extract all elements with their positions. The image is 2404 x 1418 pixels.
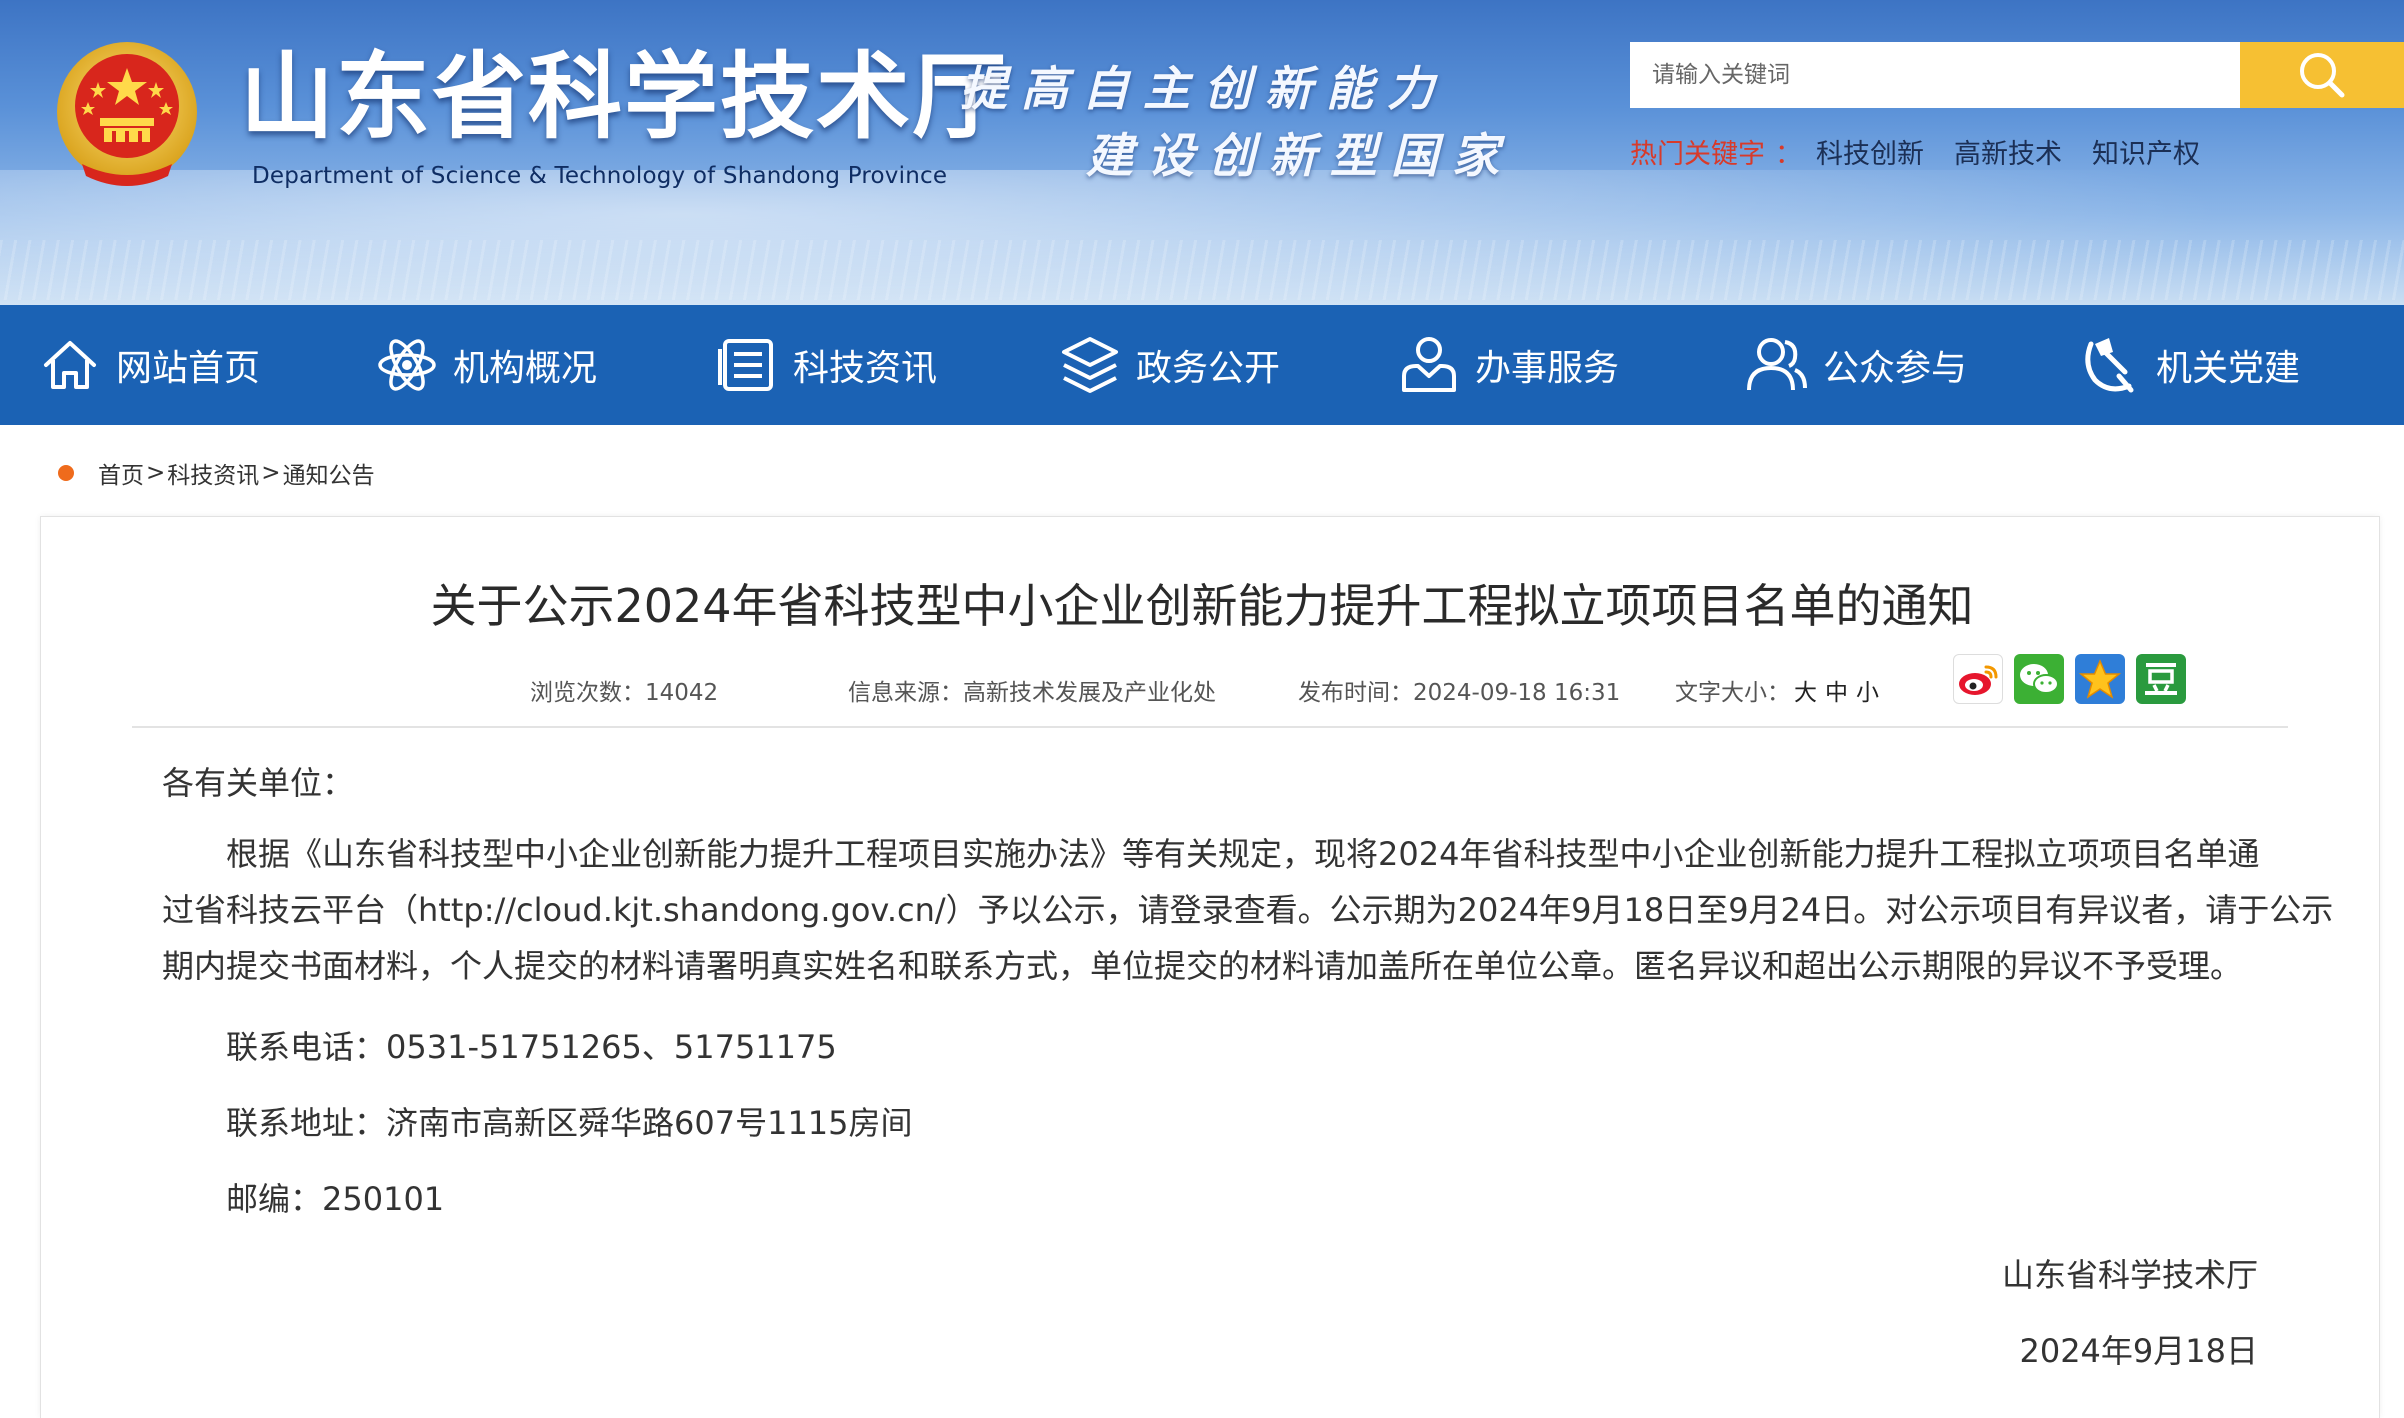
meta-time: 发布时间：2024-09-18 16:31 bbox=[1298, 673, 1620, 707]
breadcrumb: 首页 > 科技资讯 > 通知公告 bbox=[58, 456, 375, 490]
font-size-large[interactable]: 大 bbox=[1794, 680, 1817, 706]
home-icon bbox=[38, 333, 102, 397]
article-paragraph: 根据《山东省科技型中小企业创新能力提升工程项目实施办法》等有关规定，现将2024… bbox=[162, 826, 2334, 994]
time-value: 2024-09-18 16:31 bbox=[1413, 680, 1621, 706]
contact-phone: 联系电话：0531-51751265、51751175 bbox=[226, 1028, 837, 1066]
hot-keywords-label: 热门关键字 bbox=[1630, 139, 1765, 170]
title-divider bbox=[132, 726, 2288, 728]
weibo-icon bbox=[1959, 665, 1998, 695]
breadcrumb-separator: > bbox=[261, 460, 281, 486]
party-emblem-icon bbox=[2078, 333, 2142, 397]
breadcrumb-link-notices[interactable]: 通知公告 bbox=[283, 456, 375, 490]
paragraph-line: 根据《山东省科技型中小企业创新能力提升工程项目实施办法》等有关规定，现将2024… bbox=[162, 835, 2260, 873]
site-header: 山东省科学技术厅 Department of Science & Technol… bbox=[0, 0, 2404, 305]
nav-item-label: 机构概况 bbox=[453, 348, 598, 389]
nav-item-label: 公众参与 bbox=[1823, 348, 1968, 389]
share-weibo-button[interactable] bbox=[1953, 654, 2003, 704]
meta-font-size: 文字大小：大中小 bbox=[1675, 673, 1883, 707]
nav-item-gov-affairs[interactable]: 政务公开 bbox=[1058, 305, 1280, 425]
layers-icon bbox=[1058, 333, 1122, 397]
hot-keywords-separator: ： bbox=[1775, 139, 1802, 170]
search-input[interactable] bbox=[1630, 42, 2240, 108]
nav-item-home[interactable]: 网站首页 bbox=[38, 305, 260, 425]
wechat-icon bbox=[2020, 664, 2059, 694]
site-title: 山东省科学技术厅 bbox=[240, 42, 1009, 152]
hot-keywords: 热门关键字 ： 科技创新 高新技术 知识产权 bbox=[1630, 132, 2230, 171]
font-size-label: 文字大小： bbox=[1675, 680, 1790, 706]
contact-address: 联系地址：济南市高新区舜华路607号1115房间 bbox=[226, 1104, 913, 1142]
qzone-star-icon bbox=[2078, 659, 2122, 699]
breadcrumb-dot-icon bbox=[58, 465, 74, 481]
font-size-small[interactable]: 小 bbox=[1856, 680, 1879, 706]
contact-postcode: 邮编：250101 bbox=[226, 1180, 445, 1218]
people-icon bbox=[1745, 333, 1809, 397]
person-service-icon bbox=[1397, 333, 1461, 397]
banner-streak bbox=[0, 240, 2404, 300]
meta-views: 浏览次数：14042 bbox=[530, 673, 718, 707]
nav-item-label: 机关党建 bbox=[2156, 348, 2301, 389]
breadcrumb-link-home[interactable]: 首页 bbox=[98, 456, 144, 490]
news-list-icon bbox=[715, 333, 779, 397]
slogan-line-2: 建设创新型国家 bbox=[1086, 129, 1513, 184]
breadcrumb-link-news[interactable]: 科技资讯 bbox=[167, 456, 259, 490]
search-icon bbox=[2300, 53, 2345, 98]
search-button[interactable] bbox=[2240, 42, 2404, 108]
signature-date: 2024年9月18日 bbox=[2019, 1332, 2258, 1370]
nav-item-services[interactable]: 办事服务 bbox=[1397, 305, 1619, 425]
slogan-line-1: 提高自主创新能力 bbox=[960, 62, 1448, 117]
national-emblem-icon bbox=[57, 42, 197, 186]
nav-item-public[interactable]: 公众参与 bbox=[1745, 305, 1967, 425]
source-label: 信息来源： bbox=[848, 680, 963, 706]
main-nav: 网站首页 机构概况 科技资讯 政务公开 办事服务 公众参与 机关党建 bbox=[0, 305, 2404, 425]
nav-item-about[interactable]: 机构概况 bbox=[375, 305, 597, 425]
views-count: 14042 bbox=[645, 680, 719, 706]
nav-item-label: 网站首页 bbox=[116, 348, 261, 389]
paragraph-line: 过省科技云平台（http://cloud.kjt.shandong.gov.cn… bbox=[162, 891, 2334, 929]
site-subtitle: Department of Science & Technology of Sh… bbox=[252, 163, 948, 189]
font-size-medium[interactable]: 中 bbox=[1825, 680, 1848, 706]
share-wechat-button[interactable] bbox=[2014, 654, 2064, 704]
meta-source: 信息来源：高新技术发展及产业化处 bbox=[848, 673, 1216, 707]
signature: 山东省科学技术厅 bbox=[2001, 1256, 2258, 1294]
share-qzone-button[interactable] bbox=[2075, 654, 2125, 704]
nav-item-party[interactable]: 机关党建 bbox=[2078, 305, 2300, 425]
douban-icon bbox=[2145, 663, 2177, 695]
article-title: 关于公示2024年省科技型中小企业创新能力提升工程拟立项项目名单的通知 bbox=[430, 579, 1974, 633]
hot-keyword-link[interactable]: 知识产权 bbox=[2092, 132, 2200, 171]
breadcrumb-separator: > bbox=[146, 460, 166, 486]
hot-keyword-link[interactable]: 高新技术 bbox=[1954, 132, 2062, 171]
atom-icon bbox=[375, 333, 439, 397]
nav-item-label: 科技资讯 bbox=[793, 348, 938, 389]
nav-item-label: 办事服务 bbox=[1475, 348, 1620, 389]
nav-item-label: 政务公开 bbox=[1136, 348, 1281, 389]
hot-keyword-link[interactable]: 科技创新 bbox=[1816, 132, 1924, 171]
paragraph-line: 期内提交书面材料，个人提交的材料请署明真实姓名和联系方式，单位提交的材料请加盖所… bbox=[162, 947, 2243, 985]
views-label: 浏览次数： bbox=[530, 680, 645, 706]
salutation: 各有关单位： bbox=[162, 764, 355, 802]
nav-item-news[interactable]: 科技资讯 bbox=[715, 305, 937, 425]
share-douban-button[interactable] bbox=[2136, 654, 2186, 704]
time-label: 发布时间： bbox=[1298, 680, 1413, 706]
source-value: 高新技术发展及产业化处 bbox=[963, 680, 1216, 706]
